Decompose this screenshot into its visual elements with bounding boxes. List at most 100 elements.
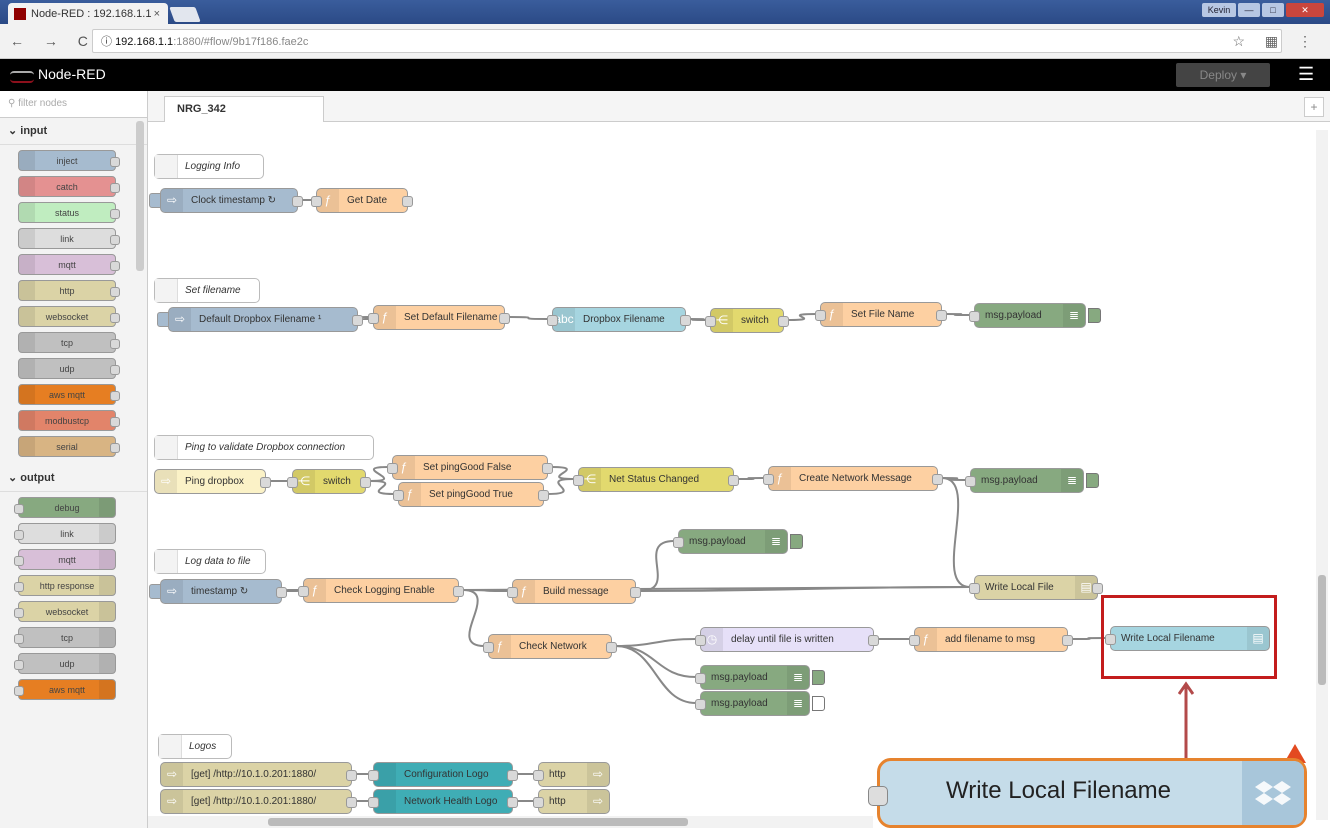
palette-input-status[interactable]: status	[18, 202, 120, 223]
output-port[interactable]	[360, 477, 371, 488]
output-port[interactable]	[402, 196, 413, 207]
node-setdef[interactable]: ƒ Set Default Filename	[368, 305, 510, 330]
canvas-horizontal-scrollbar[interactable]	[148, 816, 873, 828]
new-tab-button[interactable]	[169, 7, 201, 22]
wire[interactable]	[639, 540, 675, 592]
output-port[interactable]	[346, 797, 357, 808]
hamburger-menu-icon[interactable]: ☰	[1298, 64, 1314, 85]
debug-toggle[interactable]	[812, 670, 825, 685]
inject-button[interactable]	[157, 312, 169, 327]
node-c_logos[interactable]: Logos	[158, 734, 232, 759]
output-port[interactable]	[606, 642, 617, 653]
url-input[interactable]: ⓘ 192.168.1.1:1880/#flow/9b17f186.fae2c	[92, 29, 1282, 53]
output-port[interactable]	[346, 770, 357, 781]
inject-button[interactable]	[149, 193, 161, 208]
palette-output-websocket[interactable]: websocket	[14, 601, 116, 622]
output-port[interactable]	[936, 310, 947, 321]
maximize-button[interactable]: □	[1262, 3, 1284, 17]
output-port[interactable]	[778, 316, 789, 327]
output-port[interactable]	[260, 477, 271, 488]
wire[interactable]	[689, 318, 707, 321]
category-input[interactable]: ⌄ input	[0, 118, 147, 145]
node-msg5[interactable]: ≣ msg.payload	[695, 691, 825, 716]
node-c_ping[interactable]: Ping to validate Dropbox connection	[154, 435, 374, 460]
canvas-vertical-scrollbar[interactable]	[1316, 130, 1328, 820]
input-port[interactable]	[287, 477, 298, 488]
node-pingdrop[interactable]: ⇨ Ping dropbox	[154, 469, 271, 494]
output-port[interactable]	[1062, 635, 1073, 646]
debug-toggle[interactable]	[812, 696, 825, 711]
browser-tab[interactable]: Node-RED : 192.168.1.1 ×	[8, 3, 168, 24]
output-port[interactable]	[538, 490, 549, 501]
input-port[interactable]	[965, 476, 976, 487]
input-port[interactable]	[695, 699, 706, 710]
node-c_logging[interactable]: Logging Info	[154, 154, 264, 179]
node-writelocal[interactable]: ▤ Write Local File	[969, 575, 1103, 600]
debug-toggle[interactable]	[1086, 473, 1099, 488]
palette-output-udp[interactable]: udp	[14, 653, 116, 674]
node-checknet[interactable]: ƒ Check Network	[483, 634, 617, 659]
output-port[interactable]	[1092, 583, 1103, 594]
palette-output-debug[interactable]: debug	[14, 497, 116, 518]
wire[interactable]	[547, 478, 575, 495]
palette-output-aws-mqtt[interactable]: aws mqtt	[14, 679, 116, 700]
filter-nodes-input[interactable]: ⚲ filter nodes	[0, 91, 147, 118]
wire[interactable]	[941, 477, 971, 588]
palette-input-modbustcp[interactable]: modbustcp	[18, 410, 120, 431]
wire[interactable]	[737, 477, 765, 480]
node-switch2[interactable]: ⋲ switch	[287, 469, 371, 494]
palette-input-inject[interactable]: inject	[18, 150, 120, 171]
palette-output-http-response[interactable]: http response	[14, 575, 116, 596]
wire[interactable]	[551, 466, 575, 480]
node-addfile[interactable]: ƒ add filename to msg	[909, 627, 1073, 652]
input-port[interactable]	[311, 196, 322, 207]
node-get1[interactable]: ⇨ [get] /http://10.1.0.201:1880/	[160, 762, 357, 787]
input-port[interactable]	[909, 635, 920, 646]
input-port[interactable]	[969, 311, 980, 322]
node-c_logdata[interactable]: Log data to file	[154, 549, 266, 574]
palette-scrollbar[interactable]	[136, 121, 144, 271]
input-port[interactable]	[368, 770, 379, 781]
node-msg4[interactable]: ≣ msg.payload	[695, 665, 825, 690]
output-port[interactable]	[868, 635, 879, 646]
debug-toggle[interactable]	[1088, 308, 1101, 323]
inject-button[interactable]	[149, 584, 161, 599]
node-netlogo[interactable]: Network Health Logo	[368, 789, 518, 814]
wire[interactable]	[615, 638, 697, 647]
input-port[interactable]	[547, 315, 558, 326]
input-port[interactable]	[573, 475, 584, 486]
node-http1[interactable]: ⇨ http	[533, 762, 610, 787]
add-flow-icon[interactable]: +	[1304, 97, 1324, 117]
wire[interactable]	[508, 316, 549, 320]
node-msg1[interactable]: ≣ msg.payload	[969, 303, 1101, 328]
palette-input-mqtt[interactable]: mqtt	[18, 254, 120, 275]
node-switch1[interactable]: ⋲ switch	[705, 308, 789, 333]
wire[interactable]	[615, 645, 697, 704]
node-pingfalse[interactable]: ƒ Set pingGood False	[387, 455, 553, 480]
node-delay[interactable]: ◷ delay until file is written	[695, 627, 879, 652]
input-port[interactable]	[483, 642, 494, 653]
input-port[interactable]	[705, 316, 716, 327]
node-c_setfile[interactable]: Set filename	[154, 278, 260, 303]
palette-input-serial[interactable]: serial	[18, 436, 120, 457]
close-window-button[interactable]: ✕	[1286, 3, 1324, 17]
debug-toggle[interactable]	[790, 534, 803, 549]
input-port[interactable]	[763, 474, 774, 485]
output-port[interactable]	[728, 475, 739, 486]
node-netstatus[interactable]: ⋲ Net Status Changed	[573, 467, 739, 492]
palette-input-catch[interactable]: catch	[18, 176, 120, 197]
input-port[interactable]	[298, 586, 309, 597]
node-get2[interactable]: ⇨ [get] /http://10.1.0.201:1880/	[160, 789, 357, 814]
palette-input-link[interactable]: link	[18, 228, 120, 249]
output-port[interactable]	[292, 196, 303, 207]
input-port[interactable]	[507, 587, 518, 598]
palette-input-udp[interactable]: udp	[18, 358, 120, 379]
tab-flow[interactable]: NRG_342	[164, 96, 324, 122]
palette-input-http[interactable]: http	[18, 280, 120, 301]
input-port[interactable]	[393, 490, 404, 501]
input-port[interactable]	[533, 770, 544, 781]
palette-input-tcp[interactable]: tcp	[18, 332, 120, 353]
wire[interactable]	[787, 313, 817, 321]
palette-output-link[interactable]: link	[14, 523, 116, 544]
input-port[interactable]	[969, 583, 980, 594]
